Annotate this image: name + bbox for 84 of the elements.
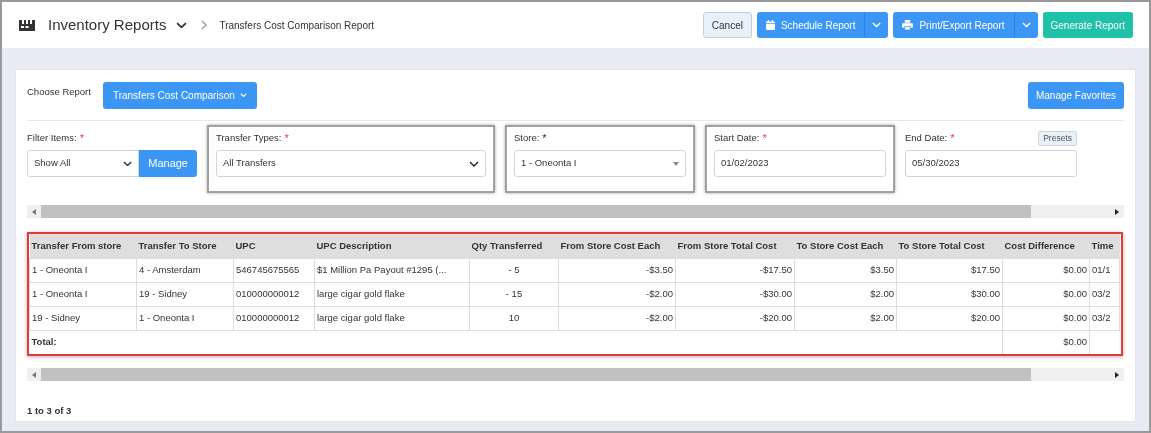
- table-cell: 1 - Oneonta I: [136, 306, 234, 330]
- column-header: Transfer To Store: [136, 234, 234, 258]
- table-cell: 4 - Amsterdam: [136, 258, 234, 282]
- table-cell: 010000000012: [233, 306, 315, 330]
- field-label: Store:: [514, 130, 540, 145]
- table-cell: large cigar gold flake: [314, 282, 470, 306]
- table-cell: -$2.00: [558, 282, 676, 306]
- column-header: Time: [1089, 234, 1120, 258]
- printer-icon: [902, 20, 914, 30]
- total-label: Total:: [29, 330, 1003, 354]
- field-label: Transfer Types:: [216, 130, 282, 145]
- table-cell: -$2.00: [558, 306, 676, 330]
- table-cell: - 15: [469, 282, 559, 306]
- chevron-down-icon[interactable]: [176, 21, 188, 29]
- table-cell: $0.00: [1002, 258, 1090, 282]
- table-cell: $0.00: [1002, 282, 1090, 306]
- required-mark: *: [950, 132, 955, 144]
- select-field[interactable]: 1 - Oneonta I: [514, 150, 686, 177]
- date-field[interactable]: 05/30/2023: [905, 150, 1077, 177]
- table-cell: -$3.50: [558, 258, 676, 282]
- required-mark: *: [79, 132, 84, 144]
- table-cell: -$17.50: [675, 258, 795, 282]
- column-header: Cost Difference: [1002, 234, 1090, 258]
- caret-icon: [1021, 22, 1031, 28]
- total-cell: $0.00: [1002, 330, 1090, 354]
- field-label: Filter Items:: [27, 130, 77, 145]
- pagination-text: 1 to 3 of 3: [27, 405, 72, 416]
- table-cell: large cigar gold flake: [314, 306, 470, 330]
- required-mark: *: [284, 132, 289, 144]
- breadcrumb-text: Transfers Cost Comparison Report: [219, 18, 375, 33]
- table-cell: $0.00: [1002, 306, 1090, 330]
- select-field[interactable]: All Transfers: [216, 150, 486, 177]
- scroll-right-icon: [1115, 208, 1119, 215]
- table-cell: 010000000012: [233, 282, 315, 306]
- calendar-icon: [765, 20, 775, 30]
- table-cell: 546745675565: [233, 258, 315, 282]
- column-header: Transfer From store: [29, 234, 137, 258]
- table-cell: $30.00: [896, 282, 1003, 306]
- cancel-button[interactable]: Cancel: [702, 12, 752, 38]
- caret-down-icon: [673, 161, 679, 166]
- field-label: End Date:: [905, 130, 948, 145]
- column-header: From Store Total Cost: [675, 234, 795, 258]
- table-cell: -$30.00: [675, 282, 795, 306]
- dropdown-toggle[interactable]: [1013, 12, 1038, 38]
- column-header: To Store Total Cost: [896, 234, 1003, 258]
- column-header: UPC: [233, 234, 315, 258]
- dropdown-toggle[interactable]: [864, 12, 889, 38]
- table-cell: $1 Million Pa Payout #1295 (...: [314, 258, 470, 282]
- table-cell: 03/2: [1089, 282, 1120, 306]
- required-mark: *: [542, 132, 547, 144]
- caret-icon: [872, 22, 882, 28]
- table-cell: 19 - Sidney: [29, 306, 137, 330]
- presets-button[interactable]: Presets: [1038, 130, 1077, 146]
- column-header: To Store Cost Each: [794, 234, 897, 258]
- chevron-down-icon: [469, 160, 479, 167]
- chevron-right-icon: [201, 20, 208, 30]
- table-cell: - 5: [469, 258, 559, 282]
- table-cell: 03/2: [1089, 306, 1120, 330]
- scroll-right-icon: [1115, 371, 1119, 378]
- table-cell: $2.00: [794, 306, 897, 330]
- date-field[interactable]: 01/02/2023: [714, 150, 886, 177]
- table-cell: 1 - Oneonta I: [29, 258, 137, 282]
- table-cell: 10: [469, 306, 559, 330]
- scroll-left-icon: [32, 208, 36, 215]
- table-cell: $3.50: [794, 258, 897, 282]
- scroll-left-icon: [32, 371, 36, 378]
- table-cell: 19 - Sidney: [136, 282, 234, 306]
- table-cell: $20.00: [896, 306, 1003, 330]
- column-header: UPC Description: [314, 234, 470, 258]
- page-title: Inventory Reports: [48, 14, 167, 35]
- warehouse-icon: [18, 18, 36, 32]
- select-field[interactable]: Show All: [27, 150, 140, 177]
- table-cell: $17.50: [896, 258, 1003, 282]
- table-cell: 1 - Oneonta I: [29, 282, 137, 306]
- choose-report-label: Choose Report: [27, 85, 91, 100]
- column-header: From Store Cost Each: [558, 234, 676, 258]
- table-cell: -$20.00: [675, 306, 795, 330]
- chevron-down-icon: [123, 160, 133, 167]
- table-cell: $2.00: [794, 282, 897, 306]
- required-mark: *: [762, 132, 767, 144]
- chevron-down-icon: [239, 92, 247, 98]
- column-header: Qty Transferred: [469, 234, 559, 258]
- field-label: Start Date:: [714, 130, 760, 145]
- table-cell: 01/1: [1089, 258, 1120, 282]
